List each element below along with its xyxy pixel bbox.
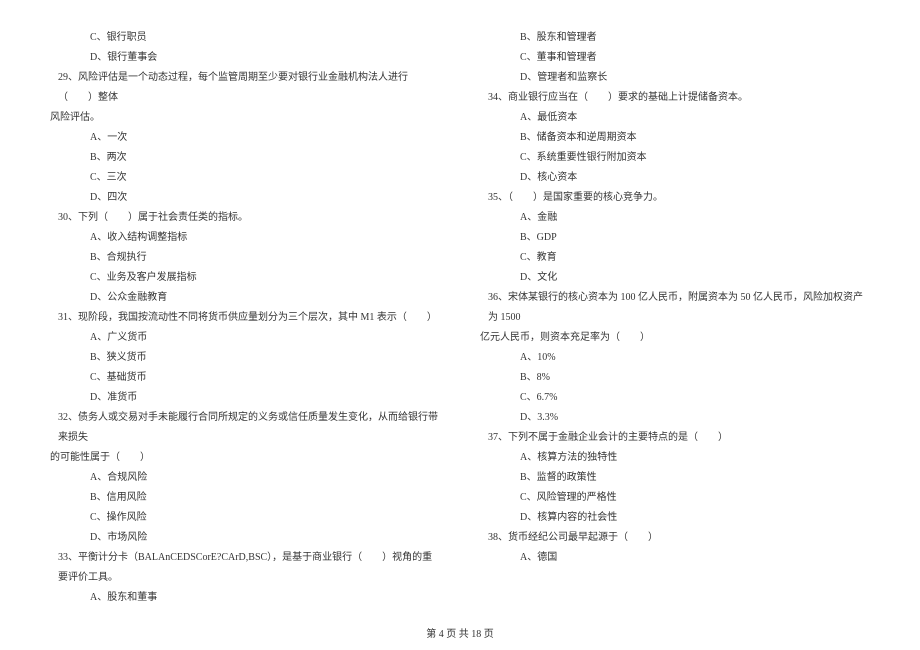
option-33a: A、股东和董事 <box>50 588 440 608</box>
option-35d: D、文化 <box>480 268 870 288</box>
option-29b: B、两次 <box>50 148 440 168</box>
option-36b: B、8% <box>480 368 870 388</box>
left-column: C、银行职员 D、银行董事会 29、风险评估是一个动态过程，每个监管周期至少要对… <box>50 28 440 608</box>
option-33d: D、管理者和监察长 <box>480 68 870 88</box>
option-30a: A、收入结构调整指标 <box>50 228 440 248</box>
option-29d: D、四次 <box>50 188 440 208</box>
option-31d: D、准货币 <box>50 388 440 408</box>
option-36d: D、3.3% <box>480 408 870 428</box>
option-34b: B、储备资本和逆周期资本 <box>480 128 870 148</box>
option-35b: B、GDP <box>480 228 870 248</box>
question-34: 34、商业银行应当在（ ）要求的基础上计提储备资本。 <box>480 88 870 108</box>
question-38: 38、货币经纪公司最早起源于（ ） <box>480 528 870 548</box>
option-32b: B、信用风险 <box>50 488 440 508</box>
option-35a: A、金融 <box>480 208 870 228</box>
option-34d: D、核心资本 <box>480 168 870 188</box>
question-32-cont: 的可能性属于（ ） <box>50 448 440 468</box>
option-37a: A、核算方法的独特性 <box>480 448 870 468</box>
option-34c: C、系统重要性银行附加资本 <box>480 148 870 168</box>
option-28c: C、银行职员 <box>50 28 440 48</box>
option-30c: C、业务及客户发展指标 <box>50 268 440 288</box>
option-32a: A、合规风险 <box>50 468 440 488</box>
question-33: 33、平衡计分卡（BALAnCEDSCorE?CArD,BSC），是基于商业银行… <box>50 548 440 588</box>
question-32: 32、债务人或交易对手未能履行合同所规定的义务或信任质量发生变化，从而给银行带来… <box>50 408 440 448</box>
question-31: 31、现阶段，我国按流动性不同将货币供应量划分为三个层次，其中 M1 表示（ ） <box>50 308 440 328</box>
option-33b: B、股东和管理者 <box>480 28 870 48</box>
question-37: 37、下列不属于金融企业会计的主要特点的是（ ） <box>480 428 870 448</box>
option-30d: D、公众金融教育 <box>50 288 440 308</box>
option-35c: C、教育 <box>480 248 870 268</box>
option-32d: D、市场风险 <box>50 528 440 548</box>
option-38a: A、德国 <box>480 548 870 568</box>
option-30b: B、合规执行 <box>50 248 440 268</box>
option-29c: C、三次 <box>50 168 440 188</box>
option-34a: A、最低资本 <box>480 108 870 128</box>
option-32c: C、操作风险 <box>50 508 440 528</box>
option-28d: D、银行董事会 <box>50 48 440 68</box>
option-36a: A、10% <box>480 348 870 368</box>
option-37c: C、风险管理的严格性 <box>480 488 870 508</box>
option-29a: A、一次 <box>50 128 440 148</box>
option-31a: A、广义货币 <box>50 328 440 348</box>
right-column: B、股东和管理者 C、董事和管理者 D、管理者和监察长 34、商业银行应当在（ … <box>480 28 870 608</box>
option-31c: C、基础货币 <box>50 368 440 388</box>
question-29: 29、风险评估是一个动态过程，每个监管周期至少要对银行业金融机构法人进行（ ）整… <box>50 68 440 108</box>
question-36: 36、宋体某银行的核心资本为 100 亿人民币，附属资本为 50 亿人民币，风险… <box>480 288 870 328</box>
option-33c: C、董事和管理者 <box>480 48 870 68</box>
option-37b: B、监督的政策性 <box>480 468 870 488</box>
question-36-cont: 亿元人民币，则资本充足率为（ ） <box>480 328 870 348</box>
option-31b: B、狭义货币 <box>50 348 440 368</box>
page-footer: 第 4 页 共 18 页 <box>0 625 920 640</box>
option-37d: D、核算内容的社会性 <box>480 508 870 528</box>
question-30: 30、下列（ ）属于社会责任类的指标。 <box>50 208 440 228</box>
option-36c: C、6.7% <box>480 388 870 408</box>
question-29-cont: 风险评估。 <box>50 108 440 128</box>
question-35: 35、（ ）是国家重要的核心竞争力。 <box>480 188 870 208</box>
